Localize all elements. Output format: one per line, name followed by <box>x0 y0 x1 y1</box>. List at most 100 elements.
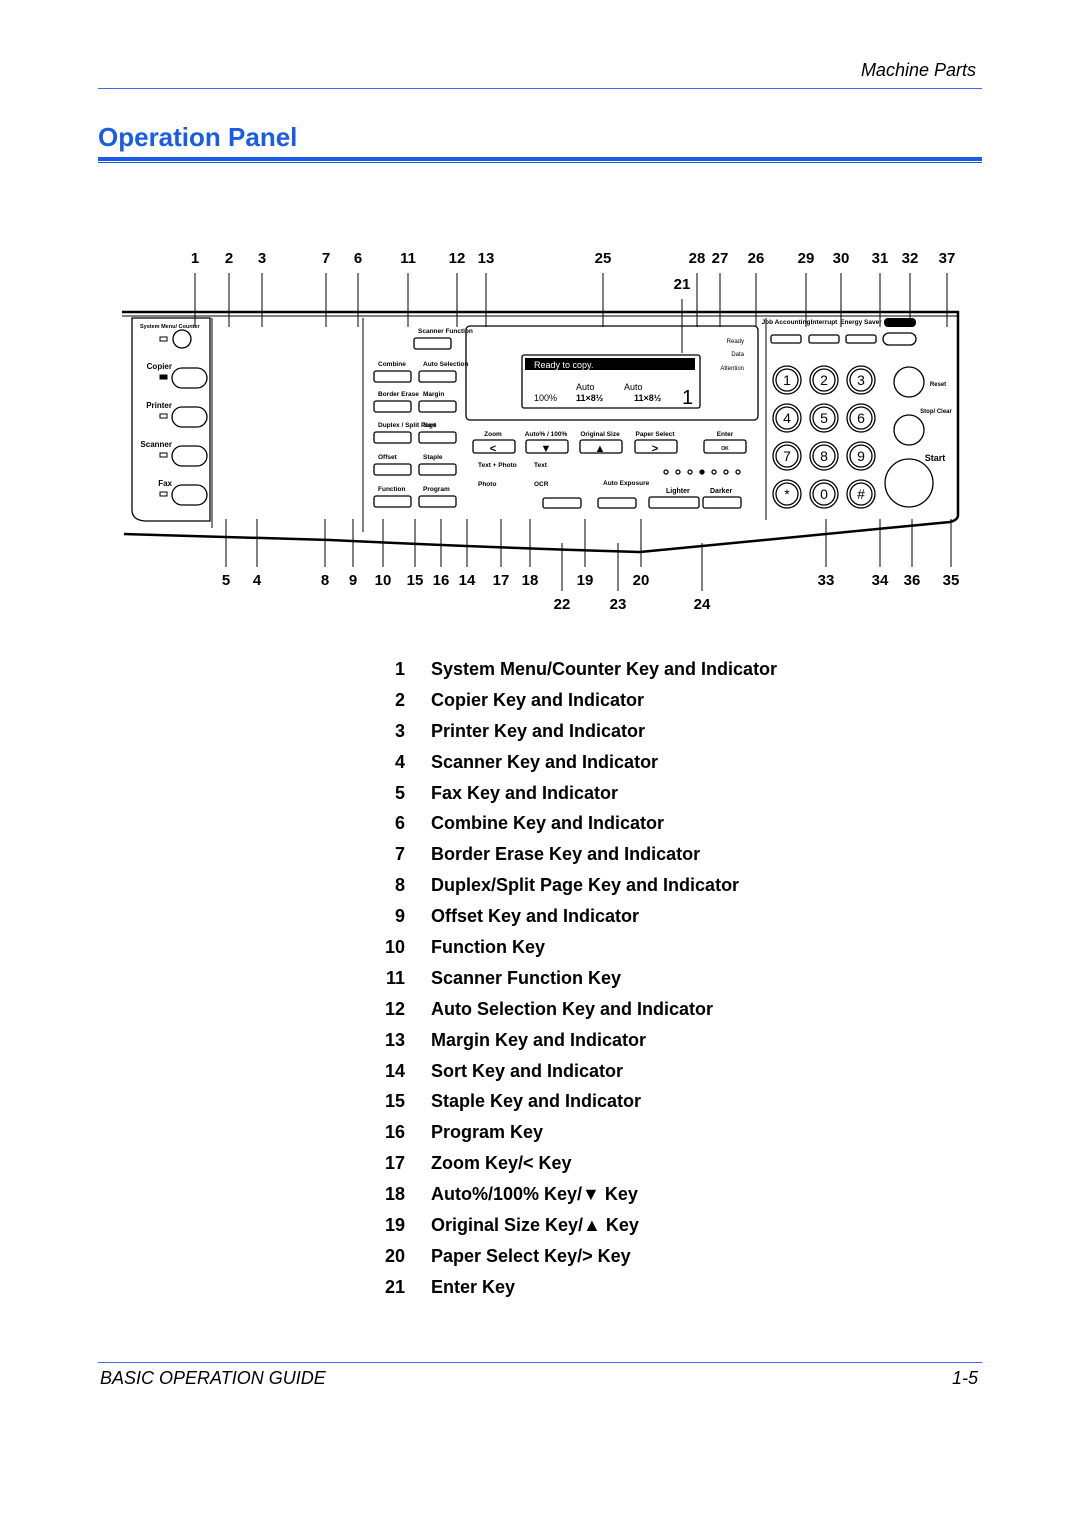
margin-key <box>418 400 457 413</box>
keypad-digit: 6 <box>857 410 865 426</box>
callout-number: 29 <box>798 250 815 267</box>
ok-icon: OK <box>721 446 729 452</box>
exposure-dot <box>663 469 669 475</box>
lcd-size: 11×8½ <box>634 393 662 403</box>
lcd-zoom: 100% <box>534 393 557 403</box>
scanner_function-label: Scanner Function <box>418 328 473 335</box>
lcd-copy-count: 1 <box>682 387 693 409</box>
system-menu-key <box>172 329 192 349</box>
callout-number: 15 <box>407 572 424 589</box>
item-label: Offset Key and Indicator <box>431 906 640 927</box>
item-label: Scanner Function Key <box>431 967 622 988</box>
callout-number: 30 <box>833 250 850 267</box>
combine-label: Combine <box>378 361 406 368</box>
item-number: 15 <box>384 1091 405 1112</box>
keypad-digit: 2 <box>820 372 828 388</box>
callout-number: 28 <box>689 250 706 267</box>
item-number: 18 <box>384 1184 405 1205</box>
offset-label: Offset <box>378 454 398 461</box>
keypad-digit: 4 <box>783 410 791 426</box>
list-item: 21 Enter Key <box>380 1277 777 1308</box>
keypad-digit: 5 <box>820 410 828 426</box>
list-item: 3 Printer Key and Indicator <box>380 721 777 752</box>
keypad-digit: # <box>857 486 865 502</box>
item-label: Printer Key and Indicator <box>431 720 646 741</box>
item-label: Original Size Key/▲ Key <box>431 1215 639 1236</box>
copier-label: Copier <box>147 362 172 371</box>
scanner-key <box>171 445 208 467</box>
staple-label: Staple <box>423 454 443 461</box>
duplex-key <box>373 431 412 444</box>
operation-panel-diagram: Ready to copy.100%Auto Auto11×8½ 11×8½ 1Rea… <box>122 250 959 613</box>
item-label: Margin Key and Indicator <box>431 1029 647 1050</box>
paper_select-arrow-icon: > <box>652 443 658 455</box>
lighter-key <box>648 496 700 509</box>
reset-label: Reset <box>930 382 946 388</box>
item-label: Auto Selection Key and Indicator <box>431 998 714 1019</box>
printer-key <box>171 406 208 428</box>
callout-number: 9 <box>349 572 357 589</box>
stop-clear-key <box>893 414 925 446</box>
callout-number: 14 <box>459 572 476 589</box>
callout-number: 36 <box>904 572 921 589</box>
lcd-auto: Auto <box>576 382 595 392</box>
item-label: Border Erase Key and Indicator <box>431 844 701 865</box>
item-number: 7 <box>394 844 405 865</box>
list-item: 7 Border Erase Key and Indicator <box>380 844 777 875</box>
item-number: 21 <box>384 1276 405 1297</box>
sort-key <box>418 431 457 444</box>
footer-title: BASIC OPERATION GUIDE <box>100 1368 326 1388</box>
item-label: Zoom Key/< Key <box>431 1153 572 1174</box>
list-item: 6 Combine Key and Indicator <box>380 813 777 844</box>
keypad-digit: 0 <box>820 486 828 502</box>
callout-number: 32 <box>902 250 919 267</box>
item-label: Combine Key and Indicator <box>431 813 665 834</box>
list-item: 18 Auto%/100% Key/▼ Key <box>380 1184 777 1215</box>
callout-number: 34 <box>872 572 889 589</box>
image-quality-key <box>542 497 582 509</box>
document-page: Machine Parts Operation Panel Ready to c… <box>0 0 1080 1528</box>
item-number: 2 <box>394 689 405 710</box>
callout-number: 20 <box>633 572 650 589</box>
list-item: 9 Offset Key and Indicator <box>380 906 777 937</box>
list-item: 10 Function Key <box>380 937 777 968</box>
fax-key <box>171 484 208 506</box>
lighter-label: Lighter <box>666 488 690 495</box>
footer-rule <box>98 1362 982 1363</box>
exposure-dot <box>699 469 705 475</box>
list-item: 1 System Menu/Counter Key and Indicator <box>380 659 777 690</box>
fax-label: Fax <box>158 479 172 488</box>
callout-number: 22 <box>554 596 571 613</box>
callout-number: 5 <box>222 572 230 589</box>
item-label: Auto%/100% Key/▼ Key <box>431 1184 638 1205</box>
callout-number: 10 <box>375 572 392 589</box>
item-number: 4 <box>394 751 405 772</box>
item-label: Copier Key and Indicator <box>431 689 645 710</box>
program-key <box>418 495 457 508</box>
item-number: 19 <box>384 1215 405 1236</box>
keypad-digit: 8 <box>820 448 828 464</box>
callout-number: 27 <box>712 250 729 267</box>
auto-selection-key <box>418 370 457 383</box>
callout-number: 16 <box>433 572 450 589</box>
callout-number: 19 <box>577 572 594 589</box>
item-number: 16 <box>384 1122 405 1143</box>
list-item: 19 Original Size Key/▲ Key <box>380 1215 777 1246</box>
job_accounting-key <box>770 334 802 344</box>
item-number: 12 <box>384 998 405 1019</box>
auto_selection-label: Auto Selection <box>423 361 469 368</box>
lcd-size: 11×8½ <box>576 393 604 403</box>
list-item: 11 Scanner Function Key <box>380 968 777 999</box>
function-key <box>373 495 412 508</box>
callout-number: 26 <box>748 250 765 267</box>
energy_saver-key <box>845 334 877 344</box>
exposure-dot <box>675 469 681 475</box>
item-number: 11 <box>385 967 405 988</box>
photo-label: Photo <box>478 481 496 488</box>
list-item: 13 Margin Key and Indicator <box>380 1030 777 1061</box>
item-label: Scanner Key and Indicator <box>431 751 659 772</box>
item-label: Function Key <box>431 937 546 958</box>
indicator <box>159 491 168 497</box>
callout-number: 13 <box>478 250 495 267</box>
indicator <box>159 452 168 458</box>
